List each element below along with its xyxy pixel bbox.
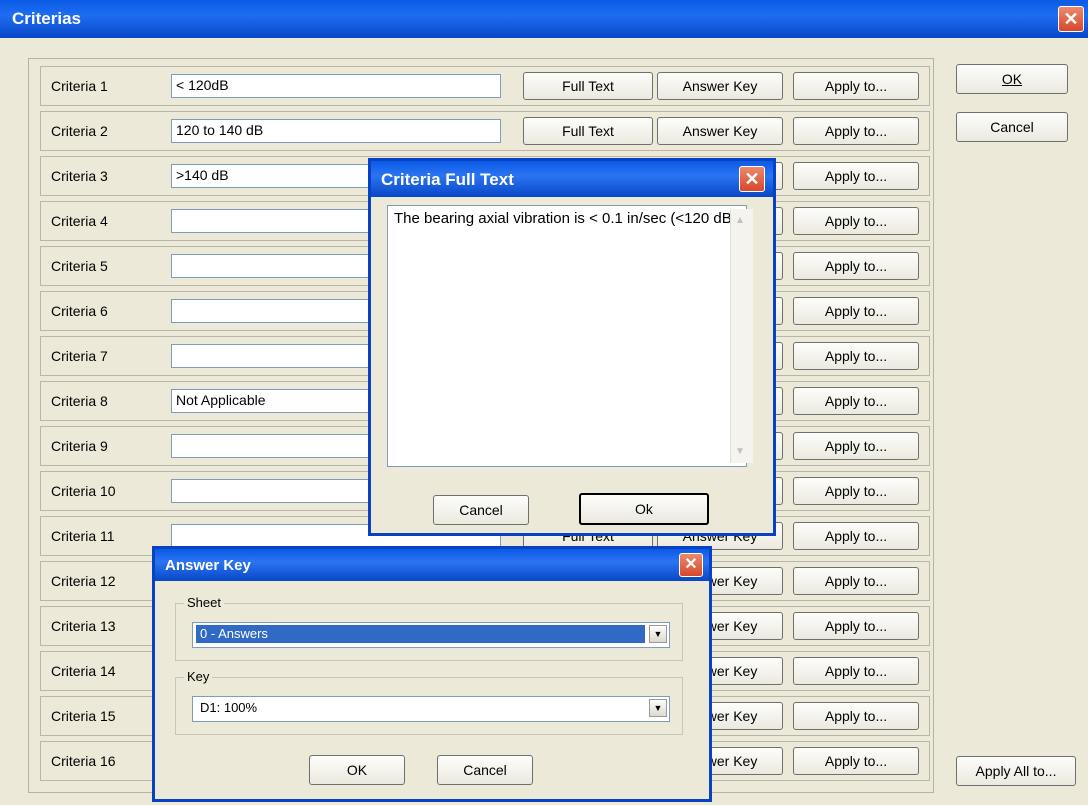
criteria-row: Criteria 2 120 to 140 dB Full Text Answer K… bbox=[40, 111, 930, 151]
apply-to-button[interactable]: Apply to... bbox=[793, 747, 919, 775]
criteria-label: Criteria 4 bbox=[51, 213, 108, 229]
criteria-label: Criteria 16 bbox=[51, 753, 116, 769]
apply-to-button[interactable]: Apply to... bbox=[793, 612, 919, 640]
full-text-cancel-label: Cancel bbox=[459, 502, 503, 518]
full-text-button[interactable]: Full Text bbox=[523, 72, 653, 100]
answer-key-button[interactable]: Answer Key bbox=[657, 72, 783, 100]
apply-to-button[interactable]: Apply to... bbox=[793, 117, 919, 145]
chevron-down-icon[interactable]: ▼ bbox=[649, 625, 667, 643]
apply-to-button[interactable]: Apply to... bbox=[793, 657, 919, 685]
key-label: Key bbox=[184, 669, 213, 684]
apply-to-button[interactable]: Apply to... bbox=[793, 477, 919, 505]
full-text-cancel-button[interactable]: Cancel bbox=[433, 495, 529, 525]
full-text-dialog: Criteria Full Text ✕ The bearing axial v… bbox=[368, 158, 776, 536]
answer-key-button[interactable]: Answer Key bbox=[657, 117, 783, 145]
criteria-label: Criteria 2 bbox=[51, 123, 108, 139]
answer-key-title: Answer Key bbox=[165, 557, 251, 574]
close-icon[interactable]: ✕ bbox=[679, 553, 703, 577]
answer-key-cancel-button[interactable]: Cancel bbox=[437, 755, 533, 785]
criteria-row: Criteria 1 < 120dB Full Text Answer Key Appl… bbox=[40, 66, 930, 106]
criteria-label: Criteria 9 bbox=[51, 438, 108, 454]
full-text-ok-button[interactable]: Ok bbox=[579, 493, 709, 525]
cancel-button[interactable]: Cancel bbox=[956, 112, 1068, 142]
key-value: D1: 100% bbox=[200, 700, 258, 715]
full-text-button[interactable]: Full Text bbox=[523, 117, 653, 145]
full-text-textarea[interactable]: The bearing axial vibration is < 0.1 in/… bbox=[387, 205, 747, 467]
title-bar[interactable]: Criterias ✕ bbox=[0, 0, 1088, 38]
ok-button-label: OK bbox=[1001, 71, 1023, 87]
apply-to-button[interactable]: Apply to... bbox=[793, 522, 919, 550]
criteria-label: Criteria 11 bbox=[51, 528, 115, 544]
scroll-down-icon[interactable]: ▼ bbox=[735, 446, 745, 457]
apply-to-button[interactable]: Apply to... bbox=[793, 72, 919, 100]
criteria-label: Criteria 1 bbox=[51, 78, 108, 94]
apply-to-button[interactable]: Apply to... bbox=[793, 207, 919, 235]
apply-to-button[interactable]: Apply to... bbox=[793, 387, 919, 415]
answer-key-ok-label: OK bbox=[346, 762, 368, 778]
cancel-button-label: Cancel bbox=[990, 119, 1034, 135]
sheet-select[interactable]: 0 - Answers ▼ bbox=[192, 622, 670, 648]
apply-to-button[interactable]: Apply to... bbox=[793, 567, 919, 595]
close-icon[interactable]: ✕ bbox=[739, 166, 765, 192]
ok-button[interactable]: OK bbox=[956, 64, 1068, 94]
apply-all-button-label: Apply All to... bbox=[975, 763, 1057, 779]
scroll-up-icon[interactable]: ▲ bbox=[735, 215, 745, 226]
full-text-ok-label: Ok bbox=[635, 501, 653, 517]
answer-key-cancel-label: Cancel bbox=[463, 762, 507, 778]
apply-to-button[interactable]: Apply to... bbox=[793, 162, 919, 190]
sheet-label: Sheet bbox=[184, 595, 224, 610]
full-text-title-bar[interactable]: Criteria Full Text ✕ bbox=[371, 161, 773, 197]
full-text-scrollbar[interactable]: ▲ ▼ bbox=[730, 209, 753, 463]
key-select[interactable]: D1: 100% ▼ bbox=[192, 696, 670, 722]
criteria-label: Criteria 7 bbox=[51, 348, 108, 364]
apply-to-button[interactable]: Apply to... bbox=[793, 702, 919, 730]
criteria-input[interactable]: 120 to 140 dB bbox=[171, 119, 501, 143]
criteria-label: Criteria 12 bbox=[51, 573, 116, 589]
criteria-label: Criteria 8 bbox=[51, 393, 108, 409]
criteria-label: Criteria 5 bbox=[51, 258, 108, 274]
window-title: Criterias bbox=[12, 9, 81, 28]
close-icon[interactable]: ✕ bbox=[1058, 6, 1084, 32]
criteria-label: Criteria 14 bbox=[51, 663, 116, 679]
key-fieldset: Key D1: 100% ▼ bbox=[175, 669, 683, 735]
criteria-label: Criteria 10 bbox=[51, 483, 116, 499]
criteria-label: Criteria 13 bbox=[51, 618, 116, 634]
answer-key-dialog: Answer Key ✕ Sheet 0 - Answers ▼ Key D1:… bbox=[152, 546, 712, 802]
sheet-value: 0 - Answers bbox=[196, 625, 645, 643]
apply-to-button[interactable]: Apply to... bbox=[793, 252, 919, 280]
criteria-label: Criteria 15 bbox=[51, 708, 116, 724]
answer-key-ok-button[interactable]: OK bbox=[309, 755, 405, 785]
answer-key-title-bar[interactable]: Answer Key ✕ bbox=[155, 549, 709, 581]
apply-to-button[interactable]: Apply to... bbox=[793, 297, 919, 325]
criteria-label: Criteria 6 bbox=[51, 303, 108, 319]
chevron-down-icon[interactable]: ▼ bbox=[649, 699, 667, 717]
criterias-window: Criterias ✕ Criteria 1 < 120dB Full Text An… bbox=[0, 0, 1088, 805]
criteria-label: Criteria 3 bbox=[51, 168, 108, 184]
criteria-input[interactable]: < 120dB bbox=[171, 74, 501, 98]
full-text-title: Criteria Full Text bbox=[381, 170, 514, 189]
sheet-fieldset: Sheet 0 - Answers ▼ bbox=[175, 595, 683, 661]
apply-all-button[interactable]: Apply All to... bbox=[956, 756, 1076, 786]
apply-to-button[interactable]: Apply to... bbox=[793, 342, 919, 370]
apply-to-button[interactable]: Apply to... bbox=[793, 432, 919, 460]
